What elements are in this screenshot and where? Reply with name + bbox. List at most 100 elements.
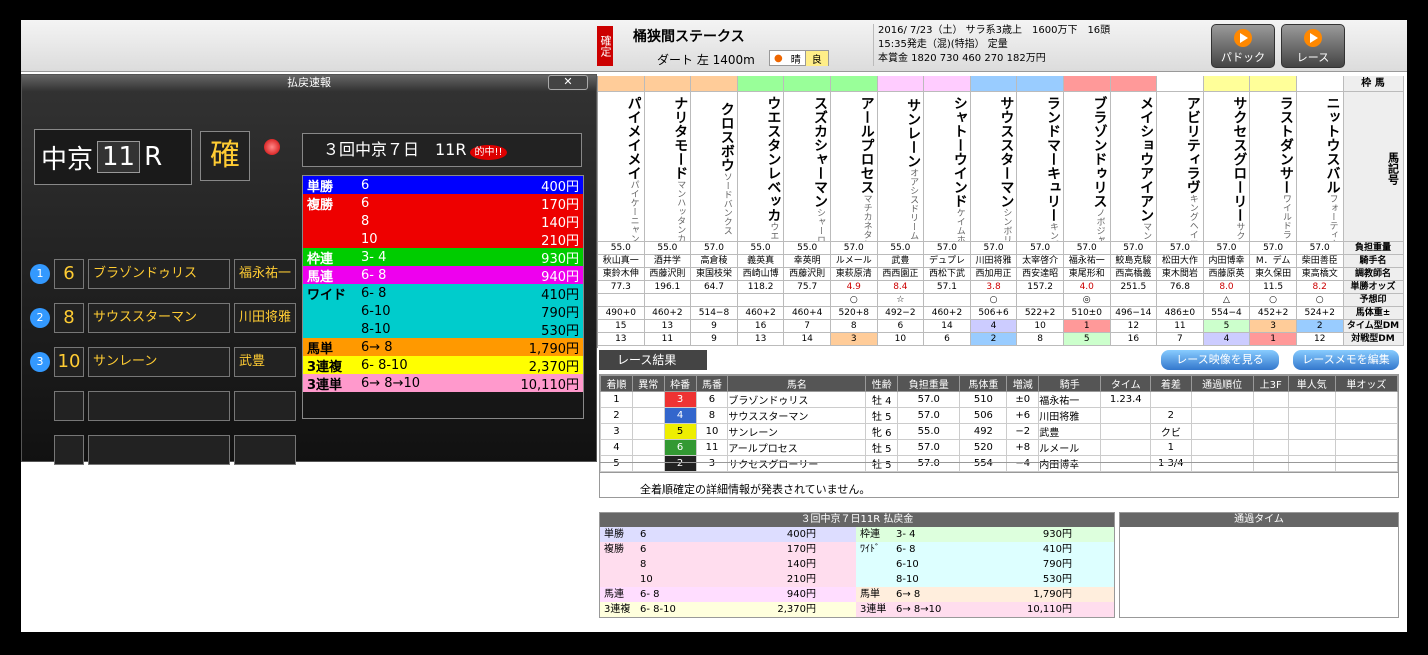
entry-m: ○ bbox=[1296, 294, 1344, 307]
result-horse-name bbox=[88, 435, 230, 465]
label-horse: 馬記号 bbox=[1343, 92, 1404, 242]
horse-name: ウエスタンレベッカ bbox=[765, 96, 782, 222]
label-bw: 馬体重± bbox=[1343, 307, 1404, 320]
result-sex: 牡 5 bbox=[865, 439, 899, 456]
entry-o: 4.9 bbox=[830, 281, 878, 294]
horse-name-cell[interactable]: ウエスタンレベッカウエスタンアロー bbox=[737, 92, 785, 242]
entry-t2: 7 bbox=[1157, 333, 1204, 346]
close-button[interactable]: ✕ bbox=[548, 75, 588, 90]
entry-t2: 6 bbox=[924, 333, 971, 346]
horse-name-cell[interactable]: サクセスグローリーサクセスブロッケン bbox=[1203, 92, 1251, 242]
entry-bw: 486±0 bbox=[1157, 307, 1204, 320]
result-wt: 57.0 bbox=[897, 391, 961, 408]
horse-name-cell[interactable]: メイショウアイアンマンハッタンカフェ bbox=[1110, 92, 1158, 242]
entry-o: 76.8 bbox=[1157, 281, 1204, 294]
bet-payout: 140円 bbox=[541, 215, 579, 231]
bet-payout: 790円 bbox=[1042, 559, 1072, 570]
result-pos: 4 bbox=[600, 439, 633, 456]
entry-t2: 3 bbox=[830, 333, 878, 346]
table-row[interactable]: 1 3 6 ブラゾンドゥリス牡 4 57.0 510 ±0 福永祐一 1.23.4 bbox=[600, 391, 1399, 408]
horse-name-cell[interactable]: サウススターマンシンボリクリスエス bbox=[970, 92, 1018, 242]
entry-o: 157.2 bbox=[1017, 281, 1064, 294]
bet-combo: 3- 4 bbox=[896, 529, 916, 540]
result-num: 11 bbox=[695, 439, 729, 456]
horse-name-cell[interactable]: スズカシャーマンシャーロック bbox=[784, 92, 831, 242]
horse-name-cell[interactable]: ラストダンサーワイルドラッシュ bbox=[1250, 92, 1297, 242]
entry-m: ○ bbox=[970, 294, 1018, 307]
race-video-button[interactable]: レース bbox=[1281, 24, 1345, 68]
bet-type: 単勝 bbox=[307, 179, 334, 195]
entry-m bbox=[598, 294, 645, 307]
horse-name-cell[interactable]: ニットウスバルフォーティナイナー bbox=[1296, 92, 1344, 242]
entry-wt: 57.0 bbox=[1203, 242, 1251, 255]
result-sex: 牡 5 bbox=[865, 407, 899, 424]
entry-t2: 11 bbox=[644, 333, 692, 346]
waku-cell bbox=[1157, 76, 1204, 92]
entry-j: 川田将雅 bbox=[970, 255, 1018, 268]
horse-name-cell[interactable]: パイメイメイパイケーニャン bbox=[598, 92, 645, 242]
entry-t2: 13 bbox=[737, 333, 785, 346]
race-info-line3: 本賞金 1820 730 460 270 182万円 bbox=[878, 53, 1046, 64]
bet-combo: 8-10 bbox=[361, 321, 391, 337]
bet-payout: 10,110円 bbox=[1027, 604, 1072, 615]
result-empty bbox=[1252, 439, 1289, 456]
result-position: 1 bbox=[30, 264, 50, 284]
horse-name-cell[interactable]: ブラゾンドゥリスノボジャック bbox=[1063, 92, 1111, 242]
payout-row: 複勝 6 170円 bbox=[303, 194, 583, 213]
result-num: 6 bbox=[695, 391, 729, 408]
bet-combo: 6- 8-10 bbox=[640, 604, 676, 615]
entry-t2: 1 bbox=[1250, 333, 1297, 346]
entry-t2: 9 bbox=[691, 333, 738, 346]
bet-payout: 400円 bbox=[786, 529, 816, 540]
horse-name-cell[interactable]: サンレーンオアシスドリーム bbox=[877, 92, 925, 242]
horse-name-cell[interactable]: ナリタモードマンハッタンカフェ bbox=[644, 92, 692, 242]
entry-j: 秋山真一 bbox=[598, 255, 645, 268]
entry-t2: 14 bbox=[784, 333, 831, 346]
horse-name-cell[interactable]: アールプロセスマチカネタンホイザ bbox=[830, 92, 878, 242]
entry-t2: 10 bbox=[877, 333, 925, 346]
table-row[interactable]: 4 6 11 アールプロセス牡 5 57.0 520 +8 ルメール 1 bbox=[600, 439, 1399, 456]
bet-type: 複勝 bbox=[604, 544, 624, 555]
bet-combo: 6 bbox=[361, 177, 370, 193]
paddock-button[interactable]: パドック bbox=[1211, 24, 1275, 68]
horse-name: サウススターマン bbox=[998, 96, 1015, 208]
result-name: アールプロセス bbox=[727, 439, 867, 456]
payout-summary-row: 10 210円 bbox=[600, 572, 856, 587]
result-header: 通過順位 bbox=[1190, 375, 1254, 392]
bet-combo: 10 bbox=[640, 574, 653, 585]
entry-t: 西高橋義 bbox=[1110, 268, 1158, 281]
result-bw: 510 bbox=[959, 391, 1008, 408]
payout-row: 8-10 530円 bbox=[303, 320, 583, 339]
horse-name: スズカシャーマン bbox=[811, 96, 828, 208]
entry-j: 福永祐一 bbox=[1063, 255, 1111, 268]
table-row[interactable]: 2 4 8 サウススターマン牡 5 57.0 506 +6 川田将雅 2 bbox=[600, 407, 1399, 424]
panel-title: 払戻速報 ✕ bbox=[22, 75, 596, 91]
result-header: 騎手 bbox=[1038, 375, 1102, 392]
payout-summary-row: 3連複 6- 8-10 2,370円 bbox=[600, 602, 856, 617]
payout-row: 10 210円 bbox=[303, 230, 583, 249]
race-result-title: レース結果 bbox=[599, 350, 707, 370]
horse-name-cell[interactable]: シャトーウインドケイムホーム bbox=[924, 92, 971, 242]
table-row[interactable]: 3 5 10 サンレーン牝 6 55.0 492 −2 武豊 クビ bbox=[600, 423, 1399, 440]
result-empty bbox=[631, 407, 665, 424]
payout-summary-row: 枠連 3- 4 930円 bbox=[856, 527, 1114, 542]
entry-m: ◎ bbox=[1063, 294, 1111, 307]
race-video-button-2[interactable]: レース映像を見る bbox=[1161, 350, 1279, 370]
sire-name: ノボジャック bbox=[1094, 208, 1105, 242]
horse-name: ニットウスバル bbox=[1324, 96, 1341, 194]
entry-m bbox=[1157, 294, 1204, 307]
entry-bw: 460+2 bbox=[644, 307, 692, 320]
horse-name-cell[interactable]: ランドマーキュリーキングカメハメハ bbox=[1017, 92, 1064, 242]
sire-name: マチカネタンホイザ bbox=[861, 194, 872, 242]
entry-j: 義英真 bbox=[737, 255, 785, 268]
horse-name-cell[interactable]: アビリティラヴキングヘイロー bbox=[1157, 92, 1204, 242]
result-waku: 3 bbox=[663, 391, 697, 408]
bet-combo: 6- 8 bbox=[640, 589, 660, 600]
result-horse-number bbox=[54, 391, 84, 421]
sire-name: オアシスドリーム bbox=[908, 167, 919, 240]
race-memo-button[interactable]: レースメモを編集 bbox=[1293, 350, 1399, 370]
entry-j: 鮫島克駿 bbox=[1110, 255, 1158, 268]
horse-name-cell[interactable]: クロスボウソードバンクス bbox=[691, 92, 738, 242]
entry-o: 8.4 bbox=[877, 281, 925, 294]
entry-t1: 16 bbox=[737, 320, 785, 333]
